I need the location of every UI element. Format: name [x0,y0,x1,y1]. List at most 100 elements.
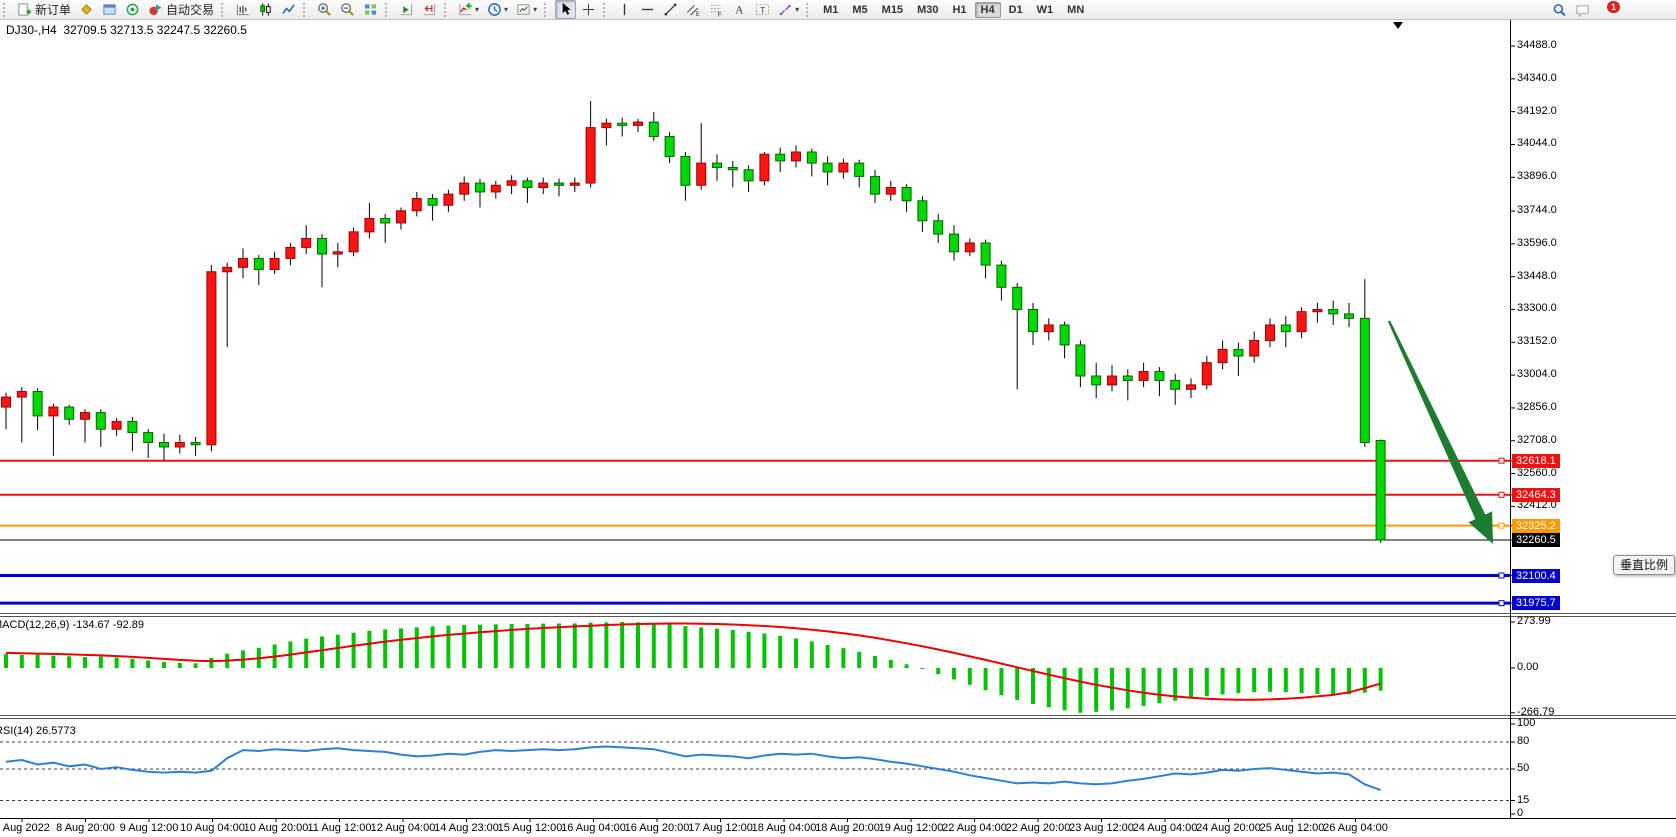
new-order-button[interactable]: 新订单 [14,0,74,19]
zoom-in-button[interactable] [314,0,335,19]
tile-windows-icon [363,2,378,17]
line-chart-button[interactable] [278,0,299,19]
timeframe-h1-button[interactable]: H1 [946,2,972,18]
autotrading-label: 自动交易 [166,1,214,18]
candlestick-chart-button[interactable] [255,0,276,19]
market-watch-button[interactable] [76,0,97,19]
equidistant-channel-button[interactable]: E [683,0,704,19]
toolbar-grip [303,3,310,17]
rsi-axis-tick: 15 [1517,794,1529,806]
equidistant-channel-icon: E [686,2,701,17]
price-line-tag: 32100.4 [1512,569,1560,583]
time-axis-tick: 16 Aug 20:00 [625,822,690,834]
zoom-out-button[interactable] [337,0,358,19]
rsi-indicator-label: RSI(14) 26.5773 [0,725,76,737]
price-axis-tick: 33004.0 [1517,368,1557,380]
toolbar-grip [603,3,610,17]
zoom-in-icon [317,2,332,17]
price-line-tag: 32325.2 [1512,519,1560,533]
periods-button[interactable]: ▾ [484,0,511,19]
dropdown-caret-icon: ▾ [795,5,799,14]
time-axis-tick: 12 Aug 04:00 [371,822,436,834]
svg-text:A: A [735,5,744,17]
timeframe-m1-button[interactable]: M1 [817,2,844,18]
indicators-icon [458,2,473,17]
time-axis-tick: 22 Aug 04:00 [942,822,1007,834]
svg-text:F: F [718,12,722,17]
time-axis-tick: 25 Aug 12:00 [1260,822,1325,834]
price-line-tag: 31975.7 [1512,596,1560,610]
time-axis-tick: 14 Aug 23:00 [434,822,499,834]
horizontal-line-button[interactable] [637,0,658,19]
price-axis-tick: 33896.0 [1517,170,1557,182]
time-axis-tick: 10 Aug 04:00 [180,822,245,834]
svg-text:E: E [696,11,700,17]
timeframe-mn-button[interactable]: MN [1061,2,1090,18]
navigator-icon [125,2,140,17]
price-axis-tick: 34488.0 [1517,39,1557,51]
timeframe-h4-button[interactable]: H4 [975,2,1001,18]
price-axis-tick: 34192.0 [1517,105,1557,117]
price-axis-tick: 33596.0 [1517,237,1557,249]
auto-scroll-button[interactable] [396,0,417,19]
time-axis-tick: 18 Aug 04:00 [752,822,817,834]
chat-button[interactable]: 1 [1572,1,1593,20]
chat-icon [1575,3,1590,18]
bar-chart-button[interactable] [232,0,253,19]
navigator-button[interactable] [122,0,143,19]
indicators-button[interactable]: ▾ [455,0,482,19]
text-label-button[interactable]: T [752,0,773,19]
autotrading-icon [148,2,163,17]
fibonacci-icon: F [709,2,724,17]
new-order-label: 新订单 [35,1,71,18]
fibonacci-button[interactable]: F [706,0,727,19]
time-axis-tick: 10 Aug 20:00 [244,822,309,834]
arrows-button[interactable]: ▾ [775,0,802,19]
dropdown-caret-icon: ▾ [533,5,537,14]
toolbar-grip [806,3,813,17]
timeframe-m30-button[interactable]: M30 [911,2,944,18]
timeframe-m15-button[interactable]: M15 [876,2,909,18]
text-button[interactable]: A [729,0,750,19]
vertical-line-button[interactable] [614,0,635,19]
data-window-button[interactable] [99,0,120,19]
price-axis-tick: 33152.0 [1517,335,1557,347]
time-axis-tick: 11 Aug 12:00 [307,822,371,834]
trading-platform-window: 新订单 自动交易 ▾ ▾ ▾ E F AT ▾ M1M5M15M30H1H4D1W1MN 1 DJ3… [0,0,1676,837]
search-button[interactable] [1549,1,1570,20]
time-axis-tick: 9 Aug 12:00 [120,822,179,834]
price-line-tag: 32260.5 [1512,533,1560,547]
tile-windows-button[interactable] [360,0,381,19]
chart-shift-button[interactable] [419,0,440,19]
macd-axis-tick: 273.99 [1517,615,1551,627]
chart-shift-icon [422,2,437,17]
rsi-axis-tick: 50 [1517,762,1529,774]
price-axis-tick: 33448.0 [1517,270,1557,282]
rsi-axis-tick: 100 [1517,717,1535,729]
market-watch-icon [79,2,94,17]
price-axis-tick: 32856.0 [1517,401,1557,413]
chart-ohlc-title: DJ30-,H4 32709.5 32713.5 32247.5 32260.5 [6,23,247,37]
dropdown-caret-icon: ▾ [504,5,508,14]
ohlc-values: 32709.5 32713.5 32247.5 32260.5 [63,23,247,37]
trendline-button[interactable] [660,0,681,19]
templates-button[interactable]: ▾ [513,0,540,19]
price-axis-tick: 34044.0 [1517,137,1557,149]
cursor-button[interactable] [555,0,576,19]
toolbar-grip [385,3,392,17]
candlestick-chart-icon [258,2,273,17]
rsi-axis-tick: 0 [1517,807,1523,819]
toolbar-grip [444,3,451,17]
dropdown-caret-icon: ▾ [475,5,479,14]
toolbar-grip [544,3,551,17]
crosshair-button[interactable] [578,0,599,19]
timeframe-m5-button[interactable]: M5 [846,2,873,18]
time-axis-tick: 19 Aug 12:00 [879,822,944,834]
macd-axis-tick: -266.79 [1517,706,1554,718]
timeframe-w1-button[interactable]: W1 [1031,2,1060,18]
horizontal-line-icon [640,2,655,17]
time-axis-tick: 15 Aug 12:00 [498,822,563,834]
timeframe-d1-button[interactable]: D1 [1003,2,1029,18]
autotrading-button[interactable]: 自动交易 [145,0,217,19]
chart-graphics[interactable] [0,0,1676,837]
